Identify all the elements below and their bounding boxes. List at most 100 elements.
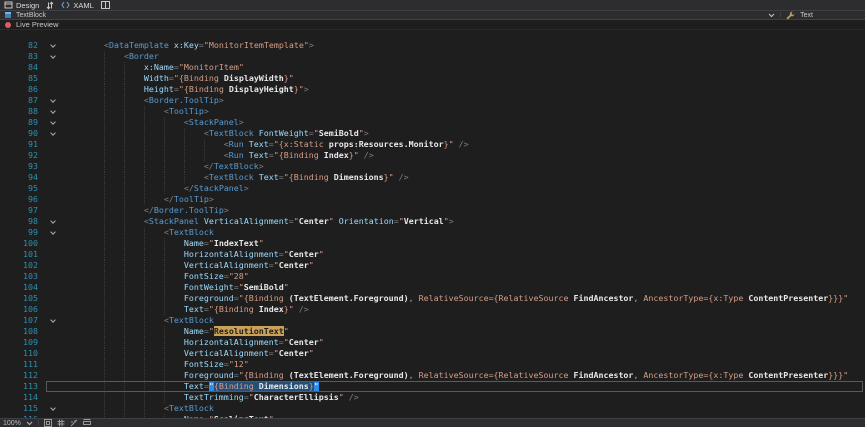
code-line[interactable]: 113 Text="{Binding Dimensions}" (0, 381, 865, 392)
code-line[interactable]: 84 x:Name="MonitorItem" (0, 62, 865, 73)
code-text[interactable]: <Border.ToolTip> (60, 95, 224, 106)
line-number[interactable]: 94 (0, 172, 46, 183)
chevron-down-icon[interactable] (768, 13, 775, 18)
code-text[interactable]: <StackPanel VerticalAlignment="Center" O… (60, 216, 454, 227)
fold-toggle[interactable] (46, 106, 60, 117)
line-number[interactable]: 87 (0, 95, 46, 106)
line-number[interactable]: 112 (0, 370, 46, 381)
fold-toggle[interactable] (46, 51, 60, 62)
line-number[interactable]: 106 (0, 304, 46, 315)
code-text[interactable]: <Border (60, 51, 159, 62)
code-text[interactable]: Foreground="{Binding (TextElement.Foregr… (60, 293, 848, 304)
code-text[interactable]: Width="{Binding DisplayWidth}" (60, 73, 294, 84)
line-number[interactable]: 97 (0, 205, 46, 216)
line-number[interactable]: 107 (0, 315, 46, 326)
chevron-down-icon[interactable] (50, 218, 56, 224)
line-number[interactable]: 84 (0, 62, 46, 73)
code-line[interactable]: 92<Run Text="{Binding Index}" /> (0, 150, 865, 161)
code-line[interactable]: 91 <Run Text="{x:Static props:Resources.M… (0, 139, 865, 150)
code-text[interactable]: x:Name="MonitorItem" (60, 62, 244, 73)
line-number[interactable]: 85 (0, 73, 46, 84)
zoom-level[interactable]: 100% (3, 420, 21, 427)
chevron-down-icon[interactable] (50, 130, 56, 136)
live-preview-label[interactable]: Live Preview (16, 20, 59, 29)
code-line[interactable]: 86 Height="{Binding DisplayHeight}"> (0, 84, 865, 95)
chevron-down-icon[interactable] (50, 119, 56, 125)
line-number[interactable]: 91 (0, 139, 46, 150)
code-line[interactable]: 104FontWeight="SemiBold" (0, 282, 865, 293)
code-line[interactable]: 93 </TextBlock> (0, 161, 865, 172)
code-text[interactable]: TextTrimming="CharacterEllipsis" /> (60, 392, 359, 403)
code-line[interactable]: 85 Width="{Binding DisplayWidth}" (0, 73, 865, 84)
code-line[interactable]: 94 <TextBlock Text="{Binding Dimensions}"… (0, 172, 865, 183)
code-line[interactable]: 97 </Border.ToolTip> (0, 205, 865, 216)
chevron-down-icon[interactable] (50, 53, 56, 59)
code-text[interactable]: <ToolTip> (60, 106, 209, 117)
fold-toggle[interactable] (46, 315, 60, 326)
swap-panes-button[interactable] (46, 1, 54, 10)
code-text[interactable]: <TextBlock (60, 315, 214, 326)
code-line[interactable]: 103FontSize="28" (0, 271, 865, 282)
show-grid-icon[interactable] (57, 419, 65, 427)
code-text[interactable]: <Run Text="{x:Static props:Resources.Mon… (60, 139, 469, 150)
line-number[interactable]: 93 (0, 161, 46, 172)
code-text[interactable]: VerticalAlignment="Center" (60, 260, 314, 271)
chevron-down-icon[interactable] (26, 421, 33, 426)
code-line[interactable]: 100 Name="IndexText" (0, 238, 865, 249)
code-line[interactable]: 99<TextBlock (0, 227, 865, 238)
code-line[interactable]: 82 <DataTemplate x:Key="MonitorItemTempla… (0, 40, 865, 51)
code-line[interactable]: 111FontSize="12" (0, 359, 865, 370)
zoom-fit-icon[interactable] (44, 419, 52, 427)
code-text[interactable]: <TextBlock FontWeight="SemiBold"> (60, 128, 369, 139)
chevron-down-icon[interactable] (50, 108, 56, 114)
code-text[interactable]: HorizontalAlignment="Center" (60, 337, 324, 348)
chevron-down-icon[interactable] (50, 405, 56, 411)
fold-toggle[interactable] (46, 128, 60, 139)
line-number[interactable]: 108 (0, 326, 46, 337)
fold-toggle[interactable] (46, 227, 60, 238)
code-text[interactable]: </TextBlock> (60, 161, 264, 172)
code-text[interactable]: Name="IndexText" (60, 238, 264, 249)
fold-toggle[interactable] (46, 40, 60, 51)
line-number[interactable]: 113 (0, 381, 46, 392)
code-text[interactable]: Name="ResolutionText" (60, 326, 289, 337)
code-text[interactable]: </Border.ToolTip> (60, 205, 229, 216)
vertical-split-button[interactable] (101, 1, 110, 9)
line-number[interactable]: 86 (0, 84, 46, 95)
code-text[interactable]: </StackPanel> (60, 183, 249, 194)
breadcrumb-element[interactable]: TextBlock (16, 12, 46, 19)
code-line[interactable]: 88 <ToolTip> (0, 106, 865, 117)
code-line[interactable]: 108 Name="ResolutionText" (0, 326, 865, 337)
fold-toggle[interactable] (46, 117, 60, 128)
code-text[interactable]: Text="{Binding Dimensions}" (60, 381, 319, 392)
code-text[interactable]: <StackPanel> (60, 117, 244, 128)
line-number[interactable]: 110 (0, 348, 46, 359)
code-text[interactable]: Height="{Binding DisplayHeight}"> (60, 84, 309, 95)
line-number[interactable]: 100 (0, 238, 46, 249)
code-line[interactable]: 83<Border (0, 51, 865, 62)
code-line[interactable]: 95 </StackPanel> (0, 183, 865, 194)
code-line[interactable]: 112Foreground="{Binding (TextElement.For… (0, 370, 865, 381)
design-tab[interactable]: Design (4, 1, 39, 10)
code-line[interactable]: 89<StackPanel> (0, 117, 865, 128)
code-text[interactable]: <TextBlock (60, 227, 214, 238)
line-number[interactable]: 95 (0, 183, 46, 194)
chevron-down-icon[interactable] (50, 97, 56, 103)
code-text[interactable]: VerticalAlignment="Center" (60, 348, 314, 359)
code-text[interactable]: <TextBlock Text="{Binding Dimensions}" /… (60, 172, 409, 183)
code-text[interactable]: FontWeight="SemiBold" (60, 282, 289, 293)
line-number[interactable]: 114 (0, 392, 46, 403)
chevron-down-icon[interactable] (50, 229, 56, 235)
code-line[interactable]: 107 <TextBlock (0, 315, 865, 326)
code-line[interactable]: 109HorizontalAlignment="Center" (0, 337, 865, 348)
chevron-down-icon[interactable] (50, 42, 56, 48)
code-text[interactable]: HorizontalAlignment="Center" (60, 249, 324, 260)
code-line[interactable]: 101 HorizontalAlignment="Center" (0, 249, 865, 260)
line-number[interactable]: 82 (0, 40, 46, 51)
line-number[interactable]: 101 (0, 249, 46, 260)
line-number[interactable]: 88 (0, 106, 46, 117)
line-number[interactable]: 115 (0, 403, 46, 414)
code-text[interactable]: <DataTemplate x:Key="MonitorItemTemplate… (60, 40, 314, 51)
code-text[interactable]: Text="{Binding Index}" /> (60, 304, 309, 315)
line-number[interactable]: 102 (0, 260, 46, 271)
